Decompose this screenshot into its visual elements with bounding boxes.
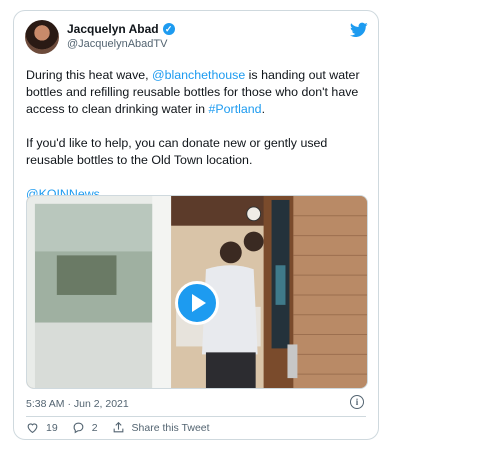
handle[interactable]: @JacquelynAbadTV — [67, 38, 167, 50]
share-label: Share this Tweet — [131, 421, 210, 434]
reply-icon — [73, 422, 84, 434]
hashtag-link[interactable]: #Portland — [209, 102, 262, 116]
info-icon[interactable]: i — [350, 395, 364, 409]
like-button[interactable]: 19 — [26, 421, 58, 434]
reply-count: 2 — [91, 421, 98, 434]
text-segment: During this heat wave, — [26, 68, 153, 82]
tweet-timestamp[interactable]: 5:38 AM · Jun 2, 2021 — [26, 398, 129, 410]
tweet-paragraph-2: If you'd like to help, you can donate ne… — [26, 136, 328, 167]
like-count: 19 — [46, 421, 58, 434]
divider — [26, 416, 366, 417]
avatar[interactable] — [25, 20, 59, 54]
play-button[interactable] — [175, 281, 219, 325]
share-button[interactable]: Share this Tweet — [112, 421, 210, 434]
verified-badge-icon: ✓ — [162, 23, 175, 35]
tweet-card[interactable]: Jacquelyn Abad ✓ @JacquelynAbadTV During… — [13, 10, 379, 440]
tweet-paragraph-1: During this heat wave, @blanchethouse is… — [26, 67, 366, 118]
heart-icon — [27, 423, 38, 434]
share-icon — [113, 421, 123, 433]
reply-button[interactable]: 2 — [72, 421, 98, 434]
tweet-actions: 19 2 Share this Tweet — [26, 421, 224, 434]
mention-link[interactable]: @blanchethouse — [152, 68, 245, 82]
play-icon — [192, 294, 206, 312]
display-name[interactable]: Jacquelyn Abad — [67, 22, 159, 36]
twitter-bird-icon[interactable] — [350, 22, 368, 38]
video-player[interactable] — [26, 195, 368, 389]
text-segment: . — [261, 102, 266, 116]
author-name-row: Jacquelyn Abad ✓ — [67, 22, 175, 36]
